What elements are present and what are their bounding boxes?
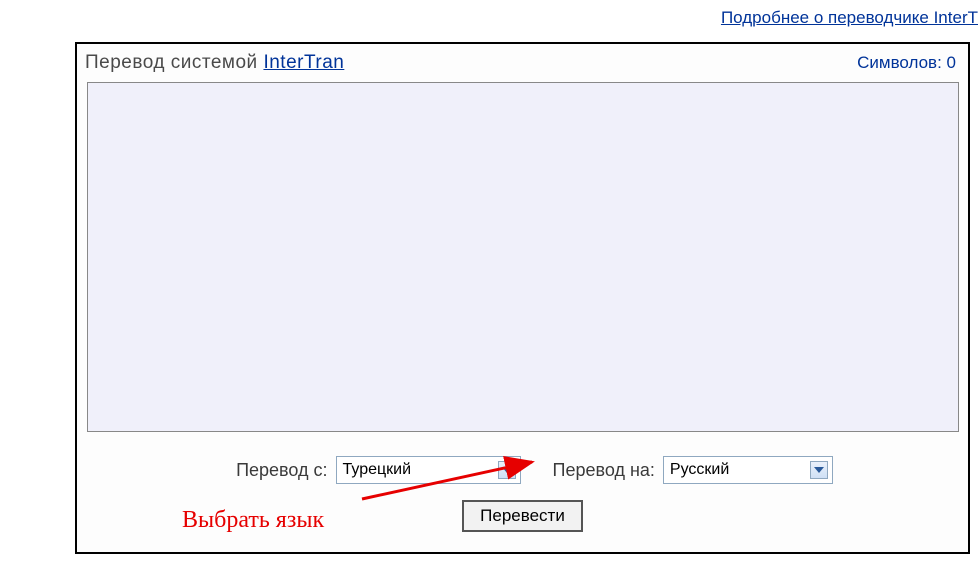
chevron-down-icon[interactable] xyxy=(498,461,516,479)
source-text-input[interactable] xyxy=(87,82,959,432)
to-language-value: Русский xyxy=(670,461,729,479)
language-controls: Перевод с: Турецкий Перевод на: Русский xyxy=(77,436,968,484)
intertran-link[interactable]: InterTran xyxy=(263,52,344,73)
chevron-down-icon[interactable] xyxy=(810,461,828,479)
char-count: Символов: 0 xyxy=(857,53,956,73)
more-about-translator-link[interactable]: Подробнее о переводчике InterT xyxy=(721,8,978,28)
from-language-select[interactable]: Турецкий xyxy=(336,456,521,484)
panel-header: Перевод системой InterTran Символов: 0 xyxy=(77,44,968,78)
from-label: Перевод с: xyxy=(236,460,327,481)
annotation-text: Выбрать язык xyxy=(182,507,324,534)
from-language-value: Турецкий xyxy=(343,461,412,479)
to-language-select[interactable]: Русский xyxy=(663,456,833,484)
textarea-wrap xyxy=(87,82,958,436)
translator-panel: Перевод системой InterTran Символов: 0 П… xyxy=(75,42,970,554)
panel-title: Перевод системой InterTran xyxy=(85,52,344,74)
to-label: Перевод на: xyxy=(553,460,655,481)
title-prefix: Перевод системой xyxy=(85,52,263,73)
translate-button[interactable]: Перевести xyxy=(462,500,583,532)
